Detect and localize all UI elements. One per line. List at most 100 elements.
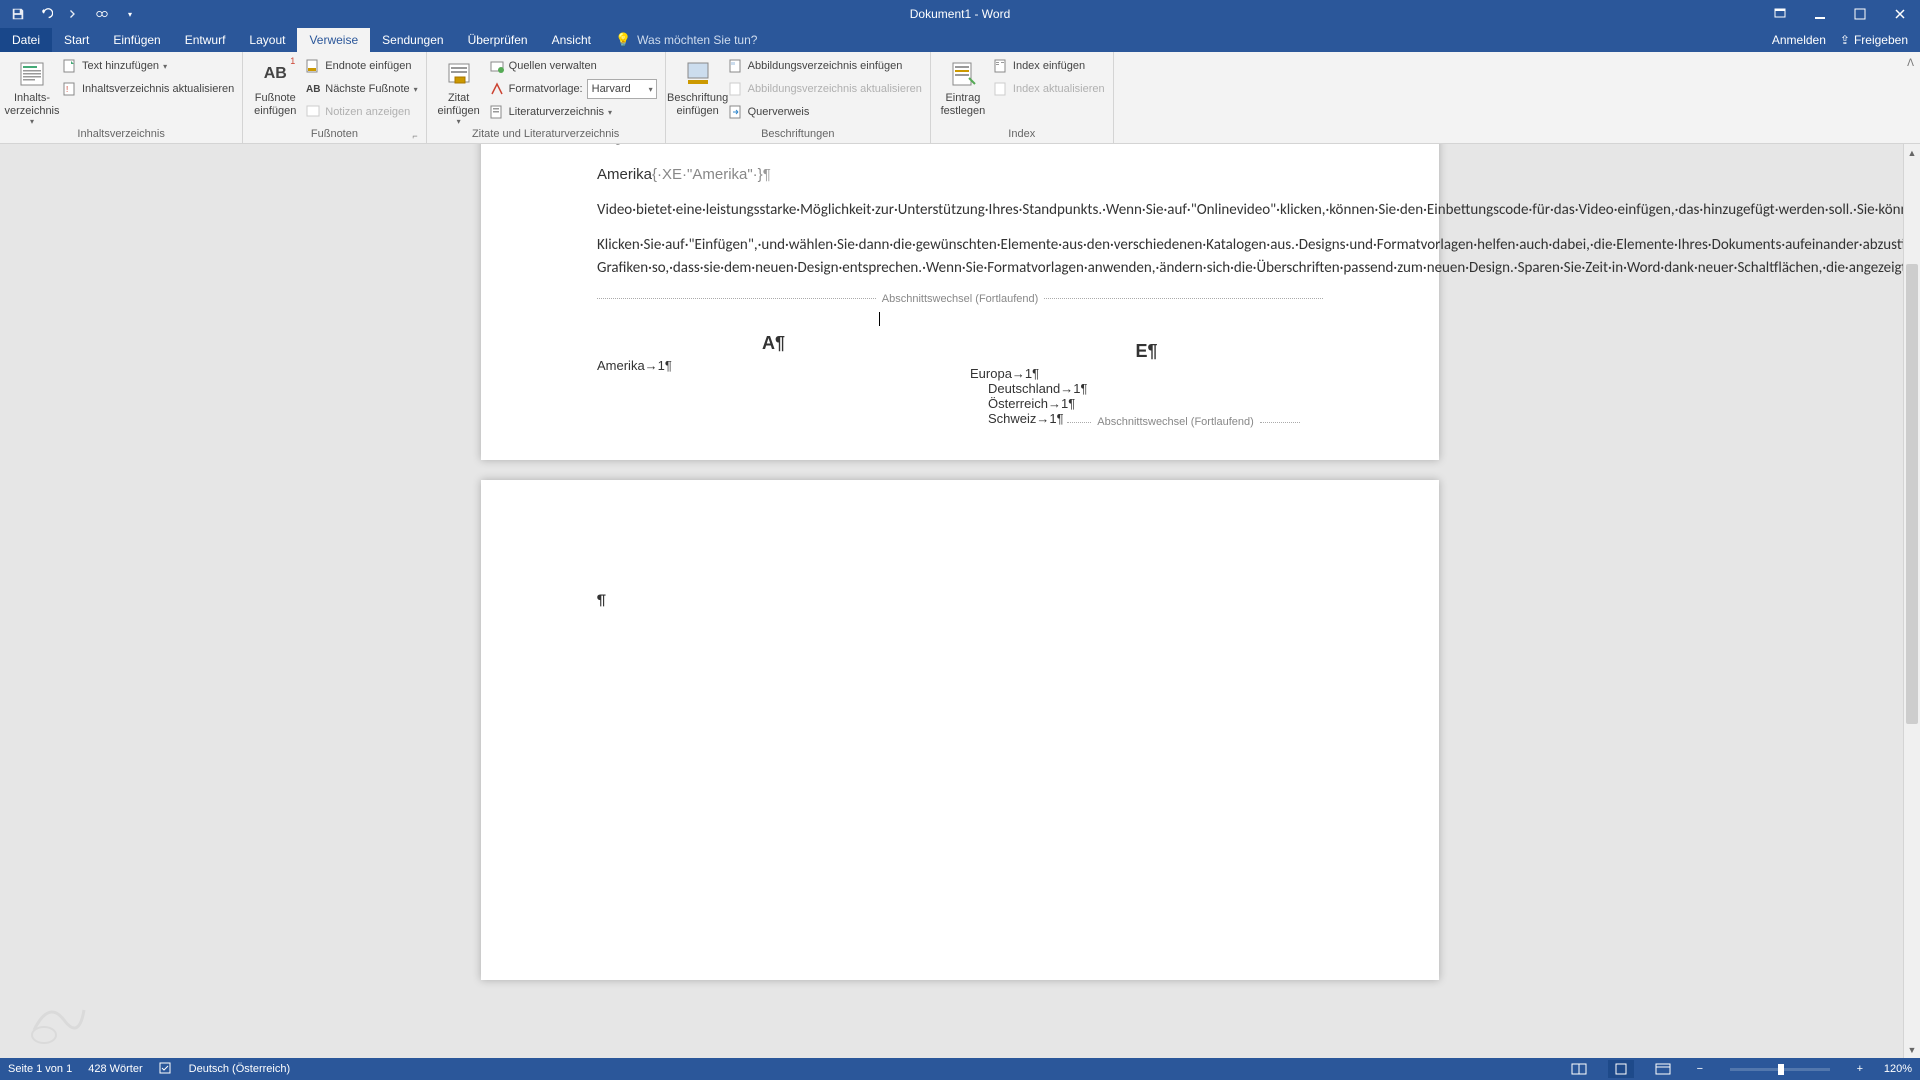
group-label-footnotes: Fußnoten⌐ (251, 126, 417, 143)
tab-verweise[interactable]: Verweise (297, 28, 370, 52)
insert-footnote-button[interactable]: AB 1 Fußnote einfügen (251, 56, 299, 117)
index-entry-europa[interactable]: Europa→1¶ (970, 366, 1323, 381)
tab-sendungen[interactable]: Sendungen (370, 28, 455, 52)
redo-button[interactable] (64, 4, 84, 24)
insert-caption-button[interactable]: Beschriftung einfügen (674, 56, 722, 117)
scroll-down-button[interactable]: ▼ (1904, 1041, 1920, 1058)
language-indicator[interactable]: Deutsch (Österreich) (189, 1063, 290, 1075)
spellcheck-icon[interactable] (159, 1061, 173, 1078)
word-count[interactable]: 428 Wörter (88, 1063, 142, 1075)
share-button[interactable]: ⇪ Freigeben (1840, 33, 1908, 47)
update-toc-button[interactable]: ! Inhaltsverzeichnis aktualisieren (62, 79, 234, 99)
chevron-down-icon: ▾ (163, 62, 167, 71)
group-label-citations: Zitate und Literaturverzeichnis (435, 126, 657, 143)
citation-style-select[interactable]: Harvard (587, 79, 657, 99)
tab-einfuegen[interactable]: Einfügen (101, 28, 172, 52)
zoom-out-button[interactable]: − (1692, 1063, 1708, 1075)
zoom-slider[interactable] (1730, 1068, 1830, 1071)
insert-endnote-label: Endnote einfügen (325, 60, 411, 72)
page-2: ¶ (481, 480, 1439, 980)
insert-citation-button[interactable]: Zitat einfügen ▾ (435, 56, 483, 126)
tab-ansicht[interactable]: Ansicht (540, 28, 603, 52)
add-text-button[interactable]: Text hinzufügen ▾ (62, 56, 234, 76)
signin-link[interactable]: Anmelden (1772, 33, 1826, 47)
show-notes-button[interactable]: Notizen anzeigen (305, 102, 417, 122)
paragraph-1[interactable]: Klicken·Sie·an·die·Position,·an·der·Sie·… (597, 144, 1323, 151)
quick-access-toolbar: ▾ (0, 4, 148, 24)
show-notes-label: Notizen anzeigen (325, 106, 410, 118)
paragraph-4[interactable]: Klicken·Sie·auf·"Einfügen",·und·wählen·S… (597, 234, 1323, 281)
maximize-button[interactable] (1840, 0, 1880, 28)
zoom-level[interactable]: 120% (1884, 1063, 1912, 1075)
vertical-scrollbar[interactable]: ▲ ▼ (1903, 144, 1920, 1058)
save-button[interactable] (8, 4, 28, 24)
launcher-icon[interactable]: ⌐ (412, 131, 417, 141)
insert-tof-button[interactable]: Abbildungsverzeichnis einfügen (728, 56, 922, 76)
index-entry-schweiz[interactable]: Schweiz→1¶ Abschnittswechsel (Fortlaufen… (970, 411, 1323, 429)
paragraph-3[interactable]: Video·bietet·eine·leistungsstarke·Möglic… (597, 199, 1323, 222)
style-value: Harvard (592, 83, 631, 95)
paragraph-index-entry[interactable]: Amerika{·XE·"Amerika"·}¶ (597, 163, 1323, 187)
collapse-ribbon-button[interactable]: ᐱ (1907, 58, 1914, 69)
zoom-in-button[interactable]: + (1852, 1063, 1868, 1075)
chevron-down-icon: ▾ (414, 85, 418, 94)
close-button[interactable] (1880, 0, 1920, 28)
minimize-button[interactable] (1800, 0, 1840, 28)
group-inhaltsverzeichnis: Inhalts- verzeichnis ▾ Text hinzufügen ▾… (0, 52, 243, 143)
scroll-thumb[interactable] (1906, 264, 1918, 724)
tab-layout[interactable]: Layout (237, 28, 297, 52)
tab-ueberpruefen[interactable]: Überprüfen (456, 28, 540, 52)
insert-caption-label: Beschriftung einfügen (667, 92, 728, 117)
add-text-label: Text hinzufügen (82, 60, 159, 72)
index-entry-amerika[interactable]: Amerika→1¶ (597, 358, 950, 373)
empty-paragraph[interactable]: ¶ (597, 590, 1323, 613)
footnote-icon: AB 1 (259, 58, 291, 90)
bibliography-button[interactable]: Literaturverzeichnis ▾ (489, 102, 657, 122)
crossref-label: Querverweis (748, 106, 810, 118)
update-toc-icon: ! (62, 81, 78, 97)
toc-button[interactable]: Inhalts- verzeichnis ▾ (8, 56, 56, 126)
tab-start[interactable]: Start (52, 28, 101, 52)
web-layout-button[interactable] (1650, 1060, 1676, 1078)
scroll-up-button[interactable]: ▲ (1904, 144, 1920, 161)
endnote-icon (305, 58, 321, 74)
index-entry-deutschland[interactable]: Deutschland→1¶ (970, 381, 1323, 396)
index-column-e: E¶ Europa→1¶ Deutschland→1¶ Österreich→1… (970, 333, 1323, 429)
mark-entry-label: Eintrag festlegen (941, 92, 986, 117)
group-index: Eintrag festlegen Index einfügen Index a… (931, 52, 1114, 143)
update-index-button[interactable]: Index aktualisieren (993, 79, 1105, 99)
manage-sources-button[interactable]: Quellen verwalten (489, 56, 657, 76)
next-footnote-button[interactable]: AB Nächste Fußnote ▾ (305, 79, 417, 99)
cross-reference-button[interactable]: Querverweis (728, 102, 922, 122)
page-indicator[interactable]: Seite 1 von 1 (8, 1063, 72, 1075)
print-layout-button[interactable] (1608, 1060, 1634, 1078)
undo-button[interactable] (36, 4, 56, 24)
mark-entry-button[interactable]: Eintrag festlegen (939, 56, 987, 117)
update-toc-label: Inhaltsverzeichnis aktualisieren (82, 83, 234, 95)
index-heading-a: A¶ (597, 333, 950, 354)
tab-entwurf[interactable]: Entwurf (173, 28, 238, 52)
watermark-logo (24, 990, 94, 1050)
group-zitate: Zitat einfügen ▾ Quellen verwalten Forma… (427, 52, 666, 143)
document-area[interactable]: Klicken·Sie·an·die·Position,·an·der·Sie·… (0, 144, 1920, 1058)
text-amerika: Amerika (597, 166, 652, 183)
ribbon: ᐱ Inhalts- verzeichnis ▾ Text hinzufügen… (0, 52, 1920, 144)
ribbon-options-button[interactable] (1760, 0, 1800, 28)
insert-footnote-label: Fußnote einfügen (254, 92, 296, 117)
insert-endnote-button[interactable]: Endnote einfügen (305, 56, 417, 76)
zoom-handle[interactable] (1778, 1064, 1784, 1075)
crossref-icon (728, 104, 744, 120)
read-mode-button[interactable] (1566, 1060, 1592, 1078)
update-tof-button[interactable]: Abbildungsverzeichnis aktualisieren (728, 79, 922, 99)
page-1: Klicken·Sie·an·die·Position,·an·der·Sie·… (481, 144, 1439, 460)
window-title: Dokument1 - Word (910, 7, 1010, 21)
insert-index-button[interactable]: Index einfügen (993, 56, 1105, 76)
tab-file[interactable]: Datei (0, 28, 52, 52)
toc-icon (16, 58, 48, 90)
customize-qat-button[interactable]: ▾ (120, 4, 140, 24)
tell-me-search[interactable]: 💡 Was möchten Sie tun? (615, 28, 757, 52)
group-label-toc: Inhaltsverzeichnis (8, 126, 234, 143)
index-entry-oesterreich[interactable]: Österreich→1¶ (970, 396, 1323, 411)
group-label-index: Index (939, 126, 1105, 143)
touch-mode-button[interactable] (92, 4, 112, 24)
